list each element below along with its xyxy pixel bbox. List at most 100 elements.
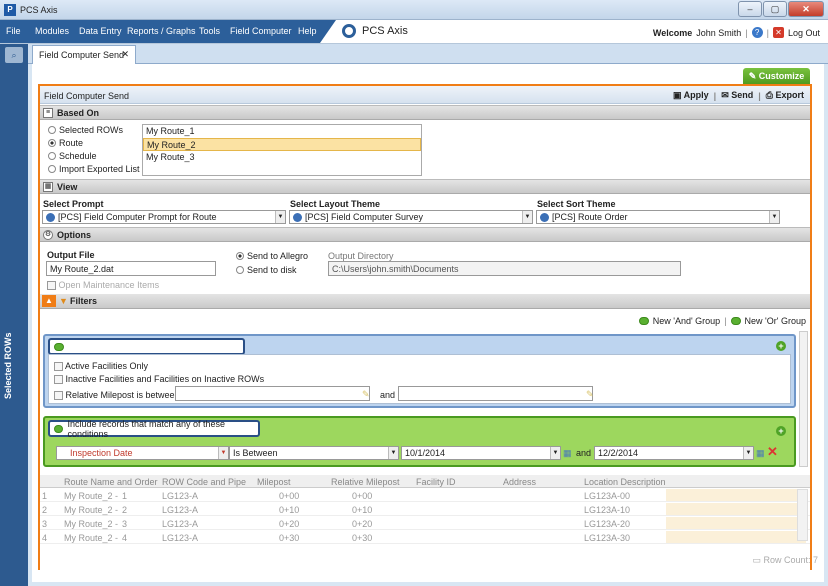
milepost-label: Relative Milepost is between [65, 390, 180, 400]
checkbox[interactable] [47, 281, 56, 291]
menu-tools[interactable]: Tools [199, 26, 220, 36]
menu-field-computer[interactable]: Field Computer [230, 26, 292, 36]
help-icon[interactable]: ? [751, 27, 763, 38]
radio-label: Schedule [59, 151, 97, 161]
milepost-row[interactable]: Relative Milepost is between [54, 390, 180, 401]
section-view[interactable]: ▦ View [40, 179, 810, 194]
col-route[interactable]: Route Name and Order [64, 477, 158, 487]
logout-link[interactable]: Log Out [788, 28, 820, 38]
row-number: 4 [42, 533, 48, 543]
radio-route[interactable]: Route [48, 138, 83, 148]
calendar-icon[interactable]: ▦ [563, 448, 572, 459]
active-only-row[interactable]: Active Facilities Only [54, 361, 148, 372]
route-list[interactable]: My Route_1 My Route_2 My Route_3 [142, 124, 422, 176]
output-dir-input[interactable]: C:\Users\john.smith\Documents [328, 261, 681, 276]
row-number: 2 [42, 505, 48, 515]
col-relative-milepost[interactable]: Relative Milepost [331, 477, 400, 487]
globe-icon [293, 212, 302, 222]
table-row[interactable]: 2 My Route_2 - 2 LG123-A 0+10 0+10 LG123… [40, 503, 810, 516]
radio-import-exported-list[interactable]: Import Exported List [48, 164, 140, 174]
layout-select[interactable]: [PCS] Field Computer Survey ▼ [289, 210, 533, 224]
radio-selected-rows[interactable]: Selected ROWs [48, 125, 123, 135]
collapse-up-icon[interactable]: ▲ [42, 295, 56, 307]
group-icon [54, 342, 64, 351]
sort-select[interactable]: [PCS] Route Order ▼ [536, 210, 780, 224]
milepost-to-input[interactable] [398, 386, 593, 401]
panel-title: Field Computer Send [44, 91, 130, 101]
col-address[interactable]: Address [503, 477, 536, 487]
milepost-from-input[interactable] [175, 386, 370, 401]
apply-button[interactable]: ▣ Apply [673, 90, 709, 101]
menu-data-entry[interactable]: Data Entry [79, 26, 122, 36]
remove-condition-icon[interactable]: ✕ [767, 444, 778, 460]
checkbox[interactable] [54, 391, 63, 401]
new-and-group-button[interactable]: New 'And' Group [653, 316, 720, 326]
group-operator-box[interactable] [48, 338, 245, 355]
col-row-code[interactable]: ROW Code and Pipe [162, 477, 246, 487]
radio-label: Route [59, 138, 84, 148]
based-on-title: Based On [57, 108, 100, 118]
route-item[interactable]: My Route_1 [143, 125, 421, 138]
apply-label: Apply [683, 90, 709, 100]
operator-select[interactable]: Is Between ▼ [229, 446, 399, 460]
radio-send-allegro[interactable]: Send to Allegro [236, 251, 308, 261]
col-location[interactable]: Location Description [584, 477, 666, 487]
col-milepost[interactable]: Milepost [257, 477, 291, 487]
field-select[interactable]: Inspection Date ▼ [56, 446, 229, 460]
date-to-input[interactable]: 12/2/2014 ▼ [594, 446, 754, 460]
operator-value: Is Between [233, 448, 278, 458]
maximize-button[interactable]: ▢ [763, 1, 787, 17]
pencil-icon[interactable]: ✎ [362, 389, 370, 400]
col-facility-id[interactable]: Facility ID [416, 477, 456, 487]
selected-rows-toggle[interactable]: Selected ROWs [3, 309, 13, 399]
tab-field-computer-send[interactable]: Field Computer Send ✕ [32, 45, 136, 64]
filters-scrollbar[interactable] [799, 331, 808, 467]
checkbox[interactable] [54, 362, 63, 372]
calendar-icon[interactable]: ▦ [756, 448, 765, 459]
open-maint-checkbox[interactable]: Open Maintenance Items [47, 280, 159, 291]
table-row[interactable]: 3 My Route_2 - 3 LG123-A 0+20 0+20 LG123… [40, 517, 810, 530]
chevron-down-icon: ▼ [388, 447, 398, 459]
route-item[interactable]: My Route_3 [143, 151, 421, 164]
section-based-on[interactable]: ≡ Based On [40, 105, 810, 120]
welcome-label: Welcome [652, 27, 693, 38]
inactive-row[interactable]: Inactive Facilities and Facilities on In… [54, 374, 264, 385]
route-item-selected[interactable]: My Route_2 [143, 138, 421, 151]
filter-group-or: Include records that match any of these … [43, 416, 796, 467]
group-title-box[interactable]: Include records that match any of these … [48, 419, 260, 439]
checkbox[interactable] [54, 375, 63, 385]
prompt-select[interactable]: [PCS] Field Computer Prompt for Route ▼ [42, 210, 286, 224]
pencil-icon[interactable]: ✎ [586, 389, 594, 400]
menu-help[interactable]: Help [298, 26, 317, 36]
export-button[interactable]: ⎙ Export [766, 90, 804, 101]
output-file-input[interactable]: My Route_2.dat [46, 261, 216, 276]
cell-route: My Route_2 - [64, 491, 119, 501]
grid-header: Route Name and Order ROW Code and Pipe M… [40, 475, 810, 488]
grid-scrollbar[interactable] [797, 489, 808, 541]
section-filters[interactable]: ▲ ▼ Filters [40, 294, 810, 309]
menu-file[interactable]: File [6, 26, 21, 36]
add-condition-icon[interactable]: + [776, 426, 786, 436]
table-row[interactable]: 1 My Route_2 - 1 LG123-A 0+00 0+00 LG123… [40, 489, 810, 502]
add-condition-icon[interactable]: + [776, 341, 786, 351]
table-row[interactable]: 4 My Route_2 - 4 LG123-A 0+30 0+30 LG123… [40, 531, 810, 544]
minimize-button[interactable]: ‒ [738, 1, 762, 17]
chevron-down-icon: ▼ [218, 447, 228, 459]
search-icon[interactable]: ⌕ [5, 47, 23, 63]
date-from-input[interactable]: 10/1/2014 ▼ [401, 446, 561, 460]
sort-value: [PCS] Route Order [552, 212, 628, 222]
close-tab-icon[interactable]: ✕ [121, 49, 129, 60]
logout-icon[interactable]: ✕ [772, 27, 784, 38]
section-options[interactable]: ⚙ Options [40, 227, 810, 242]
cell-milepost: 0+00 [279, 491, 300, 501]
new-or-group-button[interactable]: New 'Or' Group [745, 316, 806, 326]
chevron-down-icon: ▼ [522, 211, 532, 223]
menu-modules[interactable]: Modules [35, 26, 69, 36]
radio-send-disk[interactable]: Send to disk [236, 265, 297, 275]
cell-location: LG123A-10 [584, 505, 631, 515]
customize-button[interactable]: ✎ Customize [743, 68, 810, 84]
radio-schedule[interactable]: Schedule [48, 151, 97, 161]
send-button[interactable]: ✉ Send [721, 90, 753, 101]
close-window-button[interactable]: ✕ [788, 1, 824, 17]
menu-reports-graphs[interactable]: Reports / Graphs [127, 26, 196, 36]
